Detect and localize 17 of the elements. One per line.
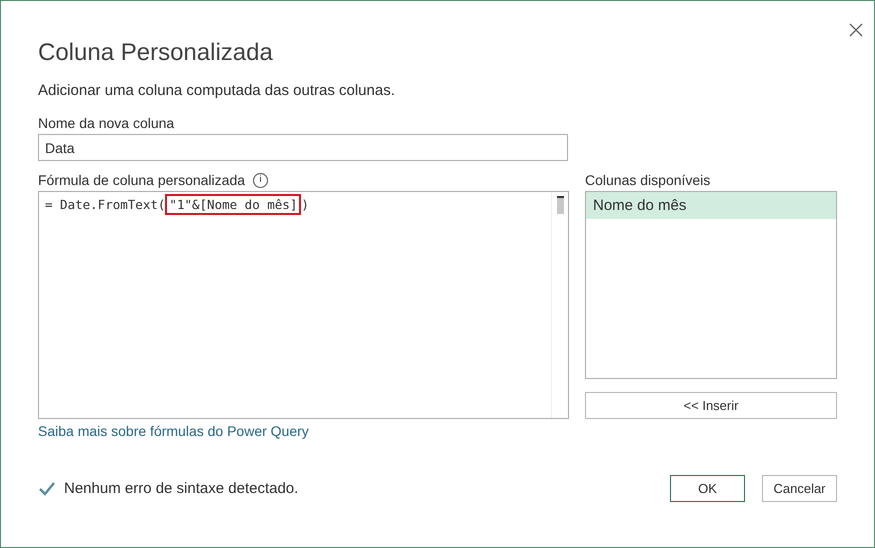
insert-button[interactable]: << Inserir xyxy=(585,392,837,419)
help-link[interactable]: Saiba mais sobre fórmulas do Power Query xyxy=(38,423,569,439)
scrollbar-thumb[interactable] xyxy=(556,196,564,214)
formula-text: = Date.FromText( "1"&[Nome do mês] ) xyxy=(39,192,551,217)
close-icon[interactable] xyxy=(849,23,863,37)
dialog-subtitle: Adicionar uma coluna computada das outras colunas. xyxy=(38,82,396,99)
column-item[interactable]: Nome do mês xyxy=(586,192,836,219)
columns-label: Colunas disponíveis xyxy=(585,171,712,190)
field-label: Nome da nova coluna xyxy=(38,115,176,131)
dialog-title: Coluna Personalizada xyxy=(38,39,274,67)
status-message: Nenhum erro de sintaxe detectado. xyxy=(64,480,298,497)
ok-button[interactable]: OK xyxy=(670,475,745,502)
column-name-field[interactable]: Data xyxy=(38,134,568,161)
cancel-button[interactable]: Cancelar xyxy=(762,475,837,502)
formula-editor[interactable]: = Date.FromText( "1"&[Nome do mês] ) xyxy=(38,191,569,419)
formula-label: Fórmula de coluna personalizada xyxy=(38,172,246,188)
info-icon[interactable]: i xyxy=(253,172,268,188)
